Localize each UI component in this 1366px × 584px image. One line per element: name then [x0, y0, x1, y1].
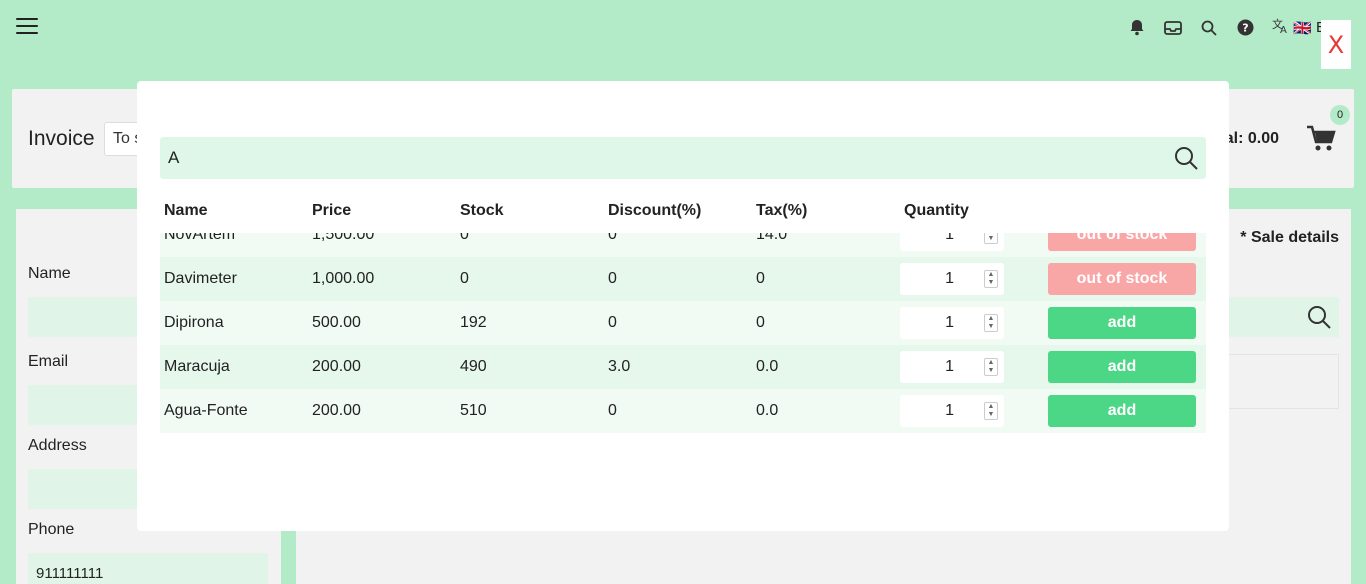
product-name: Maracuja: [164, 358, 230, 375]
stepper-arrows-icon[interactable]: ▲▼: [984, 270, 998, 288]
language-selector[interactable]: 文A 🇬🇧 E: [1272, 17, 1326, 38]
quantity-stepper[interactable]: 1 ▲▼: [900, 395, 1004, 427]
product-stock: 0: [460, 233, 469, 243]
product-discount: 0: [608, 270, 617, 287]
product-name: NovArtem: [164, 233, 236, 243]
product-name: Agua-Fonte: [164, 402, 248, 419]
table-row: NovArtem 1,500.00 0 0 14.0 1 ▲▼ out of stock: [160, 233, 1206, 257]
product-discount: 0: [608, 402, 617, 419]
invoice-title: Invoice: [28, 127, 95, 150]
add-button[interactable]: add: [1048, 351, 1196, 383]
quantity-value: 1: [945, 270, 954, 287]
help-icon[interactable]: ?: [1236, 19, 1254, 37]
svg-text:?: ?: [1242, 22, 1248, 35]
product-price: 500.00: [312, 314, 361, 331]
column-header-quantity: Quantity: [904, 202, 969, 219]
quantity-value: 1: [945, 314, 954, 331]
sale-search-field[interactable]: [1219, 297, 1339, 337]
product-stock: 0: [460, 270, 469, 287]
close-button[interactable]: X: [1321, 20, 1351, 69]
table-row: Davimeter 1,000.00 0 0 0 1 ▲ ▼ out of stock: [160, 257, 1206, 301]
name-label: Name: [28, 265, 71, 282]
inbox-icon[interactable]: [1164, 19, 1183, 37]
product-search-modal: Name Price Stock Discount(%) Tax(%) Quan…: [137, 81, 1229, 531]
quantity-stepper[interactable]: 1 ▲▼: [900, 307, 1004, 339]
cart-count-badge: 0: [1330, 105, 1350, 125]
table-header: Name Price Stock Discount(%) Tax(%) Quan…: [160, 189, 1206, 233]
quantity-value: 1: [945, 233, 954, 243]
product-name: Dipirona: [164, 314, 224, 331]
product-discount: 0: [608, 233, 617, 243]
add-button[interactable]: add: [1048, 395, 1196, 427]
product-price: 1,000.00: [312, 270, 375, 287]
product-price: 200.00: [312, 358, 361, 375]
product-tax: 0: [756, 270, 765, 287]
table-row: Maracuja 200.00 490 3.0 0.0 1 ▲ ▼ add: [160, 345, 1206, 389]
quantity-stepper[interactable]: 1 ▲▼: [900, 351, 1004, 383]
product-tax: 14.0: [756, 233, 788, 243]
column-header-discount: Discount(%): [608, 202, 702, 219]
table-row: Dipirona 500.00 192 0 0 1 ▲ ▼ add: [160, 301, 1206, 345]
product-stock: 510: [460, 402, 487, 419]
column-header-name: Name: [164, 202, 208, 219]
top-toolbar: ? 文A 🇬🇧 E: [1128, 17, 1326, 38]
quantity-value: 1: [945, 402, 954, 419]
quantity-stepper[interactable]: 1 ▲▼: [900, 233, 1004, 251]
add-button[interactable]: add: [1048, 307, 1196, 339]
stepper-arrows-icon[interactable]: ▲▼: [984, 358, 998, 376]
quantity-value: 1: [945, 358, 954, 375]
search-icon[interactable]: [1307, 305, 1331, 329]
column-header-price: Price: [312, 202, 352, 219]
product-name: Davimeter: [164, 270, 237, 287]
quantity-stepper[interactable]: 1 ▲▼: [900, 263, 1004, 295]
search-icon[interactable]: [1174, 146, 1198, 170]
table-row: Agua-Fonte 200.00 510 0 0.0 1 ▲ ▼ add: [160, 389, 1206, 433]
out-of-stock-button[interactable]: out of stock: [1048, 233, 1196, 251]
product-discount: 3.0: [608, 358, 631, 375]
search-icon[interactable]: [1200, 19, 1218, 37]
bell-icon[interactable]: [1128, 19, 1146, 37]
product-price: 1,500.00: [312, 233, 375, 243]
product-search-input[interactable]: [168, 137, 1148, 179]
address-label: Address: [28, 437, 87, 454]
sale-details-label: * Sale details: [1240, 229, 1339, 246]
stepper-arrows-icon[interactable]: ▲▼: [984, 402, 998, 420]
stepper-arrows-icon[interactable]: ▲▼: [984, 314, 998, 332]
product-search-bar: [160, 137, 1206, 179]
sale-items-box: [1219, 354, 1339, 409]
column-header-stock: Stock: [460, 202, 504, 219]
product-discount: 0: [608, 314, 617, 331]
flag-icon: 🇬🇧: [1293, 19, 1312, 37]
email-label: Email: [28, 353, 69, 370]
product-stock: 192: [460, 314, 487, 331]
translate-icon: 文A: [1272, 17, 1289, 38]
svg-text:A: A: [1280, 25, 1287, 34]
phone-label: Phone: [28, 521, 75, 538]
cart-icon[interactable]: [1306, 125, 1336, 153]
column-header-tax: Tax(%): [756, 202, 808, 219]
product-tax: 0: [756, 314, 765, 331]
phone-value: 911111111: [36, 565, 104, 582]
product-tax: 0.0: [756, 358, 779, 375]
menu-icon[interactable]: [16, 18, 38, 36]
stepper-arrows-icon[interactable]: ▲▼: [984, 233, 998, 244]
product-tax: 0.0: [756, 402, 779, 419]
product-price: 200.00: [312, 402, 361, 419]
product-table-body[interactable]: NovArtem1,500.000014.01▲▼out of stockDav…: [160, 233, 1206, 433]
product-stock: 490: [460, 358, 487, 375]
out-of-stock-button[interactable]: out of stock: [1048, 263, 1196, 295]
